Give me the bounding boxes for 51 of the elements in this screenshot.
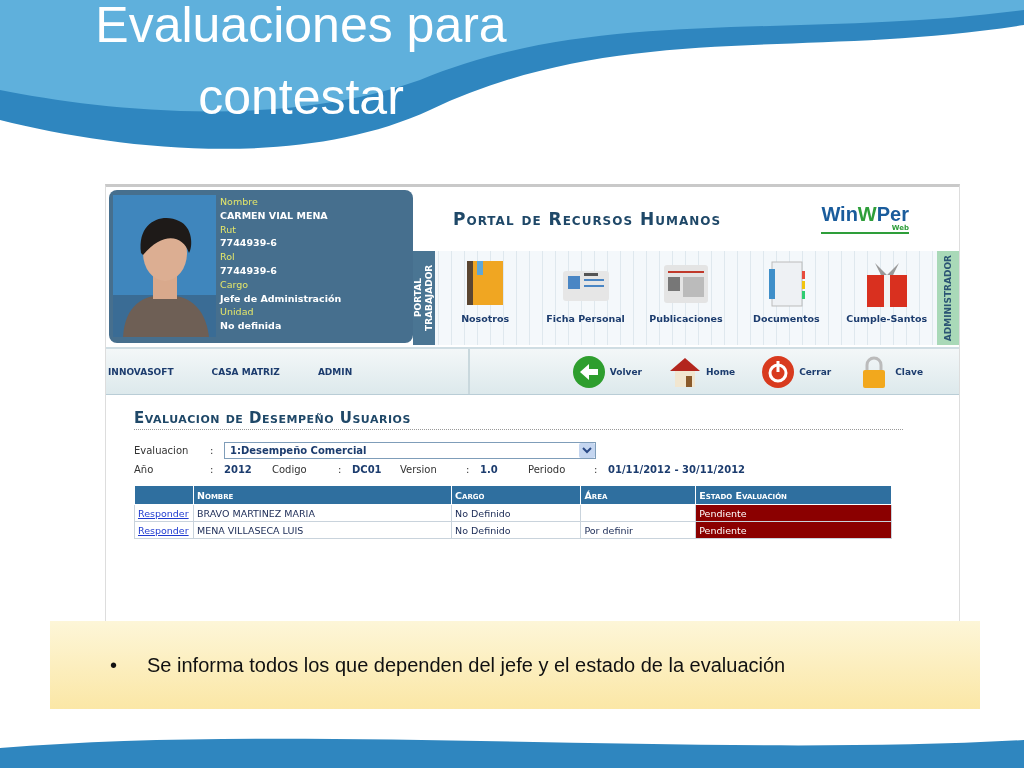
field-label: Periodo	[528, 464, 567, 475]
field-value: CARMEN VIAL MENA	[220, 208, 329, 223]
power-icon	[761, 354, 796, 389]
field-value: 7744939-6	[220, 236, 278, 251]
separator: :	[466, 464, 471, 475]
section-title: Evaluacion de Desempeño Usuarios	[134, 409, 903, 430]
field-label: Codigo	[272, 464, 308, 475]
separator: :	[594, 464, 599, 475]
field-label: Cargo	[220, 277, 250, 292]
field-label: Unidad	[220, 305, 255, 320]
field-label: Año	[134, 464, 155, 475]
toolbar-button[interactable]: Clave	[857, 354, 923, 389]
nav-link[interactable]: ADMIN	[317, 366, 353, 377]
field-label: Nombre	[220, 195, 259, 209]
field-label: Rut	[220, 222, 237, 237]
column-header: Nombre	[193, 485, 452, 505]
slide-title: Evaluaciones para	[95, 0, 507, 55]
column-header: Estado Evaluación	[695, 485, 892, 505]
module-link[interactable]: Cumple-Santos	[846, 313, 928, 325]
field-label: Evaluacion	[134, 445, 190, 456]
slide-title: contestar	[198, 68, 404, 127]
field-value: No definida	[220, 319, 283, 333]
module-link[interactable]: Nosotros	[461, 313, 510, 325]
field-label: Rol	[220, 250, 236, 264]
field-value: 01/11/2012 - 30/11/2012	[608, 464, 747, 475]
module-link[interactable]: Publicaciones	[649, 313, 723, 325]
evaluation-select[interactable]: 1:Desempeño Comercial	[224, 442, 596, 459]
nav-link[interactable]: CASA MATRIZ	[211, 366, 280, 377]
module-link[interactable]: Documentos	[753, 313, 820, 325]
field-value: DC01	[352, 464, 383, 475]
module-link[interactable]: Ficha Personal	[546, 313, 625, 325]
nav-link[interactable]: INNOVASOFT	[108, 366, 174, 377]
separator: :	[338, 464, 343, 475]
field-value: 7744939-6	[220, 264, 278, 278]
field-label: Version	[400, 464, 438, 475]
field-value: 2012	[224, 464, 253, 475]
toolbar-button[interactable]: Home	[667, 354, 736, 389]
field-value: Jefe de Administración	[220, 291, 342, 306]
side-tab[interactable]: ADMINISTRADOR	[937, 251, 959, 345]
separator: :	[210, 445, 215, 456]
separator: :	[210, 464, 215, 475]
column-header: Área	[580, 485, 696, 505]
bullet: •	[110, 653, 117, 677]
portal-title: Portal de Recursos Humanos	[453, 209, 722, 229]
field-value: 1.0	[480, 464, 499, 475]
dropdown-caret-icon	[579, 443, 595, 458]
side-tab[interactable]: PORTAL TRABAJADOR	[413, 251, 435, 345]
column-header: Cargo	[451, 485, 581, 505]
toolbar-button[interactable]: Volver	[571, 354, 642, 389]
toolbar-button[interactable]: Cerrar	[761, 354, 832, 389]
bullet-text: Se informa todos los que dependen del jefe y el estado de la evaluación	[147, 653, 786, 677]
